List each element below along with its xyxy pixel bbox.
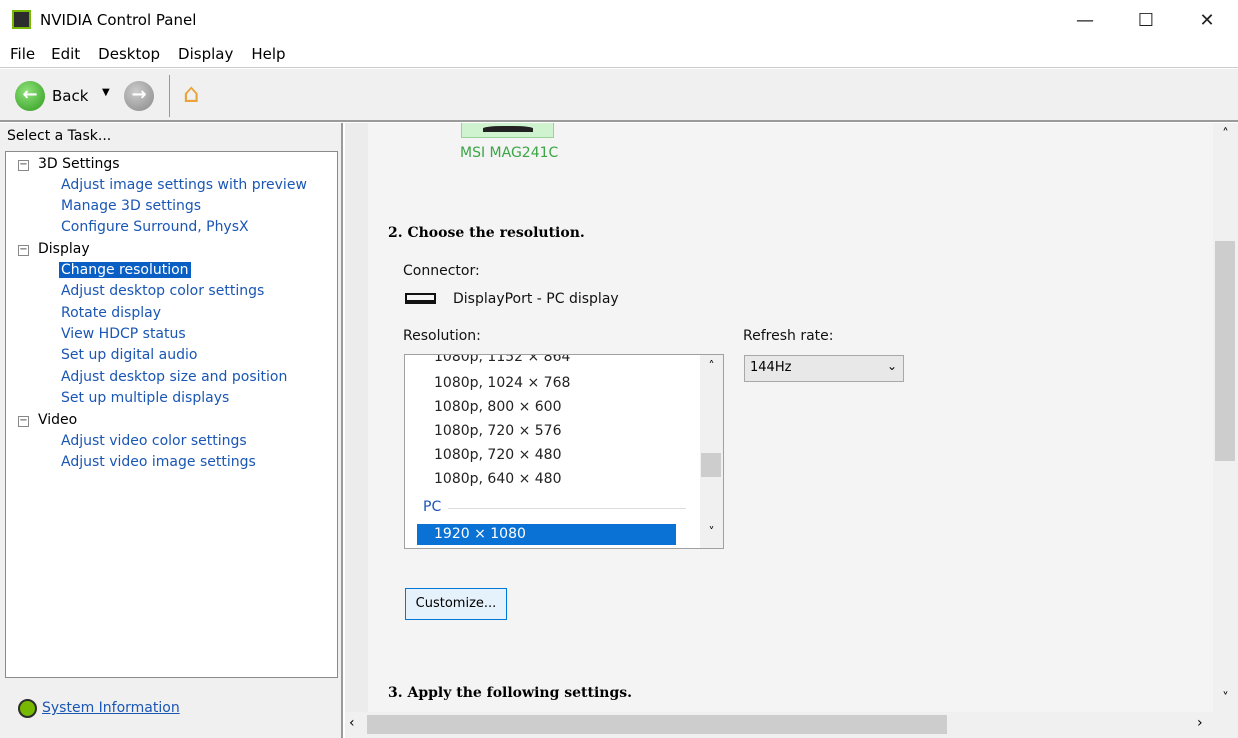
list-item-selected[interactable]: 1920 × 1080 [417, 524, 676, 545]
chevron-down-icon: ⌄ [886, 359, 897, 373]
customize-button[interactable]: Customize... [405, 588, 507, 620]
back-history-dropdown-icon[interactable]: ▼ [102, 87, 110, 98]
menu-file[interactable]: File [0, 40, 35, 63]
vertical-scrollbar[interactable]: ˄ ˅ [1213, 123, 1238, 712]
scroll-thumb[interactable] [1215, 241, 1235, 461]
content-margin [345, 123, 368, 712]
tree-category-3d-settings[interactable]: 3D Settings [38, 156, 120, 172]
maximize-button[interactable]: ☐ [1123, 8, 1169, 34]
scroll-right-icon[interactable]: › [1197, 715, 1203, 731]
tree-item[interactable]: Adjust desktop size and position [61, 369, 287, 385]
menu-display[interactable]: Display [160, 40, 233, 63]
task-tree: − 3D Settings Adjust image settings with… [5, 151, 338, 678]
content-panel: MSI MAG241C 2. Choose the resolution. Co… [345, 123, 1213, 712]
group-divider [448, 508, 686, 509]
nvidia-logo-icon [12, 10, 31, 29]
step3-heading: 3. Apply the following settings. [388, 685, 632, 701]
collapse-icon[interactable]: − [18, 160, 29, 171]
scroll-thumb[interactable] [367, 715, 947, 734]
tree-item-selected[interactable]: Change resolution [59, 262, 191, 278]
selected-resolution-text: 1920 × 1080 [434, 526, 526, 542]
tree-item[interactable]: Configure Surround, PhysX [61, 219, 249, 235]
refresh-rate-dropdown[interactable]: 144Hz ⌄ [744, 355, 904, 382]
forward-arrow-icon[interactable]: → [124, 81, 154, 111]
tree-item[interactable]: Rotate display [61, 305, 161, 321]
close-button[interactable]: ✕ [1184, 8, 1230, 34]
scroll-up-icon[interactable]: ˄ [700, 359, 723, 373]
list-item[interactable]: 1080p, 720 × 576 [434, 423, 562, 439]
menu-edit[interactable]: Edit [35, 40, 80, 63]
tree-item[interactable]: Set up multiple displays [61, 390, 229, 406]
toolbar: ← Back ▼ → ⌂ [0, 69, 1238, 122]
connector-label: Connector: [403, 263, 480, 279]
collapse-icon[interactable]: − [18, 416, 29, 427]
tree-item[interactable]: View HDCP status [61, 326, 186, 342]
scroll-thumb[interactable] [701, 453, 721, 477]
toolbar-divider [169, 75, 170, 117]
scroll-down-icon[interactable]: ˅ [1213, 691, 1238, 706]
home-icon[interactable]: ⌂ [183, 79, 200, 109]
connector-value: DisplayPort - PC display [453, 291, 619, 307]
refresh-rate-value: 144Hz [750, 360, 792, 375]
back-arrow-icon[interactable]: ← [15, 81, 45, 111]
task-panel-header: Select a Task... [7, 128, 112, 144]
window-title: NVIDIA Control Panel [40, 11, 197, 29]
refresh-rate-label: Refresh rate: [743, 328, 834, 344]
tree-category-display[interactable]: Display [38, 241, 90, 257]
list-scrollbar[interactable]: ˄ ˅ [700, 355, 723, 548]
menu-bar: File Edit Desktop Display Help [0, 40, 1238, 68]
resolution-label: Resolution: [403, 328, 481, 344]
list-item[interactable]: 1080p, 1152 × 864 [434, 355, 570, 365]
title-bar: NVIDIA Control Panel — ☐ ✕ [0, 0, 1238, 40]
back-button[interactable]: Back [52, 87, 88, 105]
displayport-icon [405, 293, 436, 304]
tree-item[interactable]: Manage 3D settings [61, 198, 201, 214]
task-panel: Select a Task... − 3D Settings Adjust im… [0, 123, 343, 738]
minimize-button[interactable]: — [1062, 8, 1108, 34]
tree-item[interactable]: Adjust image settings with preview [61, 177, 307, 193]
list-item[interactable]: 1080p, 800 × 600 [434, 399, 562, 415]
menu-help[interactable]: Help [233, 40, 285, 63]
list-item[interactable]: 1080p, 1024 × 768 [434, 375, 570, 391]
scroll-down-icon[interactable]: ˅ [700, 525, 723, 539]
tree-item[interactable]: Adjust desktop color settings [61, 283, 264, 299]
scroll-up-icon[interactable]: ˄ [1213, 127, 1238, 142]
system-info-icon [18, 699, 37, 718]
step2-heading: 2. Choose the resolution. [388, 225, 585, 241]
scroll-left-icon[interactable]: ‹ [349, 715, 355, 731]
tree-item[interactable]: Adjust video color settings [61, 433, 247, 449]
tree-item[interactable]: Adjust video image settings [61, 454, 256, 470]
collapse-icon[interactable]: − [18, 245, 29, 256]
menu-desktop[interactable]: Desktop [80, 40, 160, 63]
list-item[interactable]: 1080p, 720 × 480 [434, 447, 562, 463]
tree-category-video[interactable]: Video [38, 412, 77, 428]
system-information-link[interactable]: System Information [42, 700, 180, 716]
monitor-icon[interactable] [461, 123, 554, 138]
resolution-list[interactable]: 1080p, 1152 × 864 1080p, 1024 × 768 1080… [404, 354, 724, 549]
group-header-pc: PC [423, 499, 442, 515]
tree-item[interactable]: Set up digital audio [61, 347, 197, 363]
horizontal-scrollbar[interactable]: ‹ › [345, 712, 1238, 738]
monitor-name: MSI MAG241C [460, 145, 559, 161]
list-item[interactable]: 1080p, 640 × 480 [434, 471, 562, 487]
